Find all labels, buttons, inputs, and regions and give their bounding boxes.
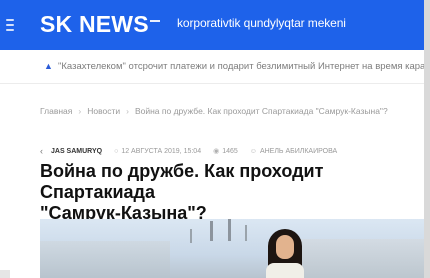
ticker-headline-link[interactable]: "Казахтелеком" отсрочит платежи и подари… [58,61,430,72]
site-logo[interactable]: SK NEWS [40,11,149,38]
menu-icon[interactable] [6,19,14,31]
breadcrumb-home[interactable]: Главная [40,106,72,116]
breadcrumb-news[interactable]: Новости [87,106,120,116]
article-source[interactable]: JAS SAMURYQ [51,148,102,155]
page: SK NEWS korporativtik qundylyqtar mekeni… [0,0,430,278]
megaphone-icon: ▲ [44,61,53,71]
article-title: Война по дружбе. Как проходит Спартакиад… [40,161,324,223]
article-author[interactable]: АНЕЛЬ АБИЛКАИРОВА [260,148,337,155]
view-count: 1465 [222,147,238,155]
site-header: SK NEWS korporativtik qundylyqtar mekeni [0,0,430,50]
eye-icon: ◉ [213,148,220,155]
clock-icon: ○ [114,147,119,155]
header-divider [150,20,160,22]
breadcrumb-separator: › [126,106,129,116]
site-tagline: korporativtik qundylyqtar mekeni [177,16,346,30]
breadcrumb: Главная › Новости › Война по дружбе. Как про… [40,106,394,116]
article-date: 12 АВГУСТА 2019, 15:04 [121,147,202,155]
frame-corner [0,270,10,278]
breadcrumb-current: Война по дружбе. Как проходит Спартакиад… [134,106,388,116]
news-ticker: ▲ "Казахтелеком" отсрочит платежи и пода… [0,50,430,84]
user-icon: ☺ [249,147,257,155]
breadcrumb-separator: › [78,106,82,116]
article-meta: ‹ JAS SAMURYQ ○ 12 АВГУСТА 2019, 15:04 ◉… [40,146,337,156]
back-icon[interactable]: ‹ [40,146,43,156]
frame-edge [424,0,430,278]
article-hero-image [40,219,430,278]
